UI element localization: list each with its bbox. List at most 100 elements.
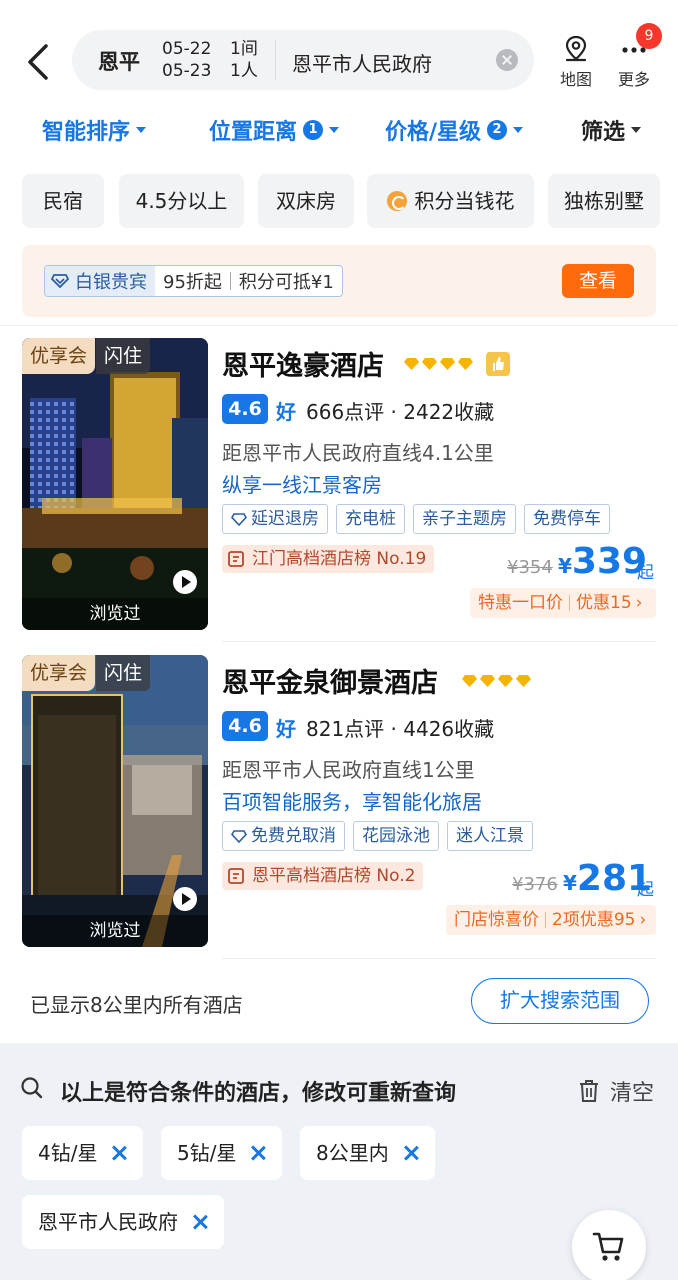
cart-icon bbox=[592, 1232, 624, 1261]
feature-tag: 免费兑取消 bbox=[222, 821, 345, 851]
member-discount: 95折起 bbox=[163, 272, 222, 293]
chip-homestay[interactable]: 民宿 bbox=[22, 174, 104, 228]
condition-tag[interactable]: 5钻/星 bbox=[161, 1126, 283, 1180]
hotel-card[interactable]: 优享会 闪住 浏览过 恩平金泉御景酒店 4.6 好 821点评 · 4426收藏… bbox=[0, 655, 678, 959]
viewed-label: 浏览过 bbox=[22, 915, 208, 947]
search-bar[interactable]: 恩平 05-22 05-23 1间 1人 恩平市人民政府 bbox=[72, 30, 534, 90]
condition-tag-label: 4钻/星 bbox=[38, 1141, 98, 1165]
hotel-card[interactable]: 优享会 闪住 浏览过 恩平逸豪酒店 4.6 好 666点评 · 2422收藏 距… bbox=[0, 338, 678, 642]
play-icon[interactable] bbox=[173, 570, 197, 594]
close-icon[interactable] bbox=[403, 1145, 419, 1161]
feature-tags: 免费兑取消 花园泳池 迷人江景 bbox=[222, 821, 533, 851]
review-count[interactable]: 666点评 · 2422收藏 bbox=[306, 396, 494, 425]
diamond-star-icon bbox=[404, 358, 419, 370]
promo-badge[interactable]: 特惠一口价 优惠15 › bbox=[470, 588, 656, 618]
expand-search-button[interactable]: 扩大搜索范围 bbox=[471, 978, 649, 1024]
chip-rating[interactable]: 4.5分以上 bbox=[119, 174, 244, 228]
feature-tag-label: 延迟退房 bbox=[251, 509, 319, 529]
diamond-star-icon bbox=[516, 675, 531, 687]
guest-count: 1人 bbox=[230, 61, 258, 81]
feature-tag: 迷人江景 bbox=[447, 821, 533, 851]
map-pin-icon bbox=[565, 35, 587, 62]
hotel-slogan: 百项智能服务，享智能化旅居 bbox=[222, 790, 482, 814]
sort-filter-label: 筛选 bbox=[581, 120, 626, 145]
hotel-photo[interactable]: 优享会 闪住 浏览过 bbox=[22, 655, 208, 947]
rating-word: 好 bbox=[276, 717, 296, 741]
clear-conditions-button[interactable]: 清空 bbox=[578, 1075, 654, 1107]
sort-smart-label: 智能排序 bbox=[42, 120, 131, 145]
currency-symbol: ¥ bbox=[563, 871, 577, 895]
close-icon[interactable] bbox=[192, 1214, 208, 1230]
ranking-icon bbox=[228, 868, 244, 884]
price-suffix: 起 bbox=[637, 880, 654, 900]
divider bbox=[545, 912, 546, 928]
member-level: 白银贵宾 bbox=[45, 266, 155, 296]
feature-tag-label: 免费兑取消 bbox=[251, 826, 336, 846]
divider bbox=[569, 595, 570, 611]
ranking-icon bbox=[228, 551, 244, 567]
checkin-date: 05-22 bbox=[162, 39, 212, 59]
date-range[interactable]: 05-22 05-23 bbox=[162, 38, 211, 82]
sort-filter[interactable]: 筛选 bbox=[581, 114, 642, 146]
diamond-icon bbox=[231, 512, 247, 526]
sort-smart[interactable]: 智能排序 bbox=[42, 114, 147, 146]
price-suffix: 起 bbox=[637, 563, 654, 583]
ranking-label: 江门高档酒店榜 No.19 bbox=[252, 549, 427, 569]
search-input[interactable]: 恩平市人民政府 bbox=[292, 48, 432, 77]
feature-tag: 亲子主题房 bbox=[413, 504, 516, 534]
shanzhu-tag: 闪住 bbox=[96, 655, 151, 691]
city-label[interactable]: 恩平 bbox=[98, 46, 140, 76]
divider bbox=[275, 40, 276, 80]
clear-search-icon[interactable] bbox=[496, 49, 518, 71]
diamond-star-icon bbox=[462, 675, 477, 687]
chip-villa[interactable]: 独栋别墅 bbox=[548, 174, 660, 228]
sort-price-label: 价格/星级 bbox=[385, 120, 482, 145]
original-price: ¥354 bbox=[507, 557, 553, 578]
promo-badge[interactable]: 门店惊喜价 2项优惠95 › bbox=[446, 905, 656, 935]
condition-tag-label: 5钻/星 bbox=[177, 1141, 237, 1165]
notification-badge: 9 bbox=[636, 23, 662, 49]
score-badge: 4.6 bbox=[222, 394, 268, 424]
current-price: ¥339 bbox=[558, 541, 647, 582]
hotel-photo[interactable]: 优享会 闪住 浏览过 bbox=[22, 338, 208, 630]
youxiang-tag: 优享会 bbox=[22, 338, 96, 374]
member-tag: 白银贵宾 95折起 积分可抵¥1 bbox=[44, 265, 343, 297]
close-icon[interactable] bbox=[111, 1145, 127, 1161]
hotel-name[interactable]: 恩平逸豪酒店 bbox=[222, 344, 384, 383]
ranking-badge[interactable]: 恩平高档酒店榜 No.2 bbox=[222, 862, 424, 890]
back-arrow-icon[interactable] bbox=[22, 40, 58, 84]
map-button[interactable]: 地图 bbox=[551, 34, 601, 90]
divider bbox=[0, 325, 678, 326]
price-amount: 339 bbox=[571, 541, 648, 582]
room-count: 1间 bbox=[230, 39, 258, 59]
review-count[interactable]: 821点评 · 4426收藏 bbox=[306, 713, 494, 742]
diamond-icon bbox=[51, 274, 69, 288]
feature-tag: 花园泳池 bbox=[353, 821, 439, 851]
star-rating bbox=[462, 675, 531, 687]
header: 恩平 05-22 05-23 1间 1人 恩平市人民政府 地图 更多 9 bbox=[0, 0, 678, 110]
distance-text: 距恩平市人民政府直线1公里 bbox=[222, 758, 475, 782]
cart-button[interactable] bbox=[572, 1210, 646, 1280]
chip-points-label: 积分当钱花 bbox=[414, 189, 515, 213]
close-icon[interactable] bbox=[250, 1145, 266, 1161]
play-icon[interactable] bbox=[173, 887, 197, 911]
feature-tag: 延迟退房 bbox=[222, 504, 328, 534]
feature-tags: 延迟退房 充电桩 亲子主题房 免费停车 bbox=[222, 504, 610, 534]
trash-icon bbox=[580, 1080, 598, 1102]
member-points: 积分可抵¥1 bbox=[238, 272, 334, 293]
ranking-badge[interactable]: 江门高档酒店榜 No.19 bbox=[222, 545, 435, 573]
feature-tag: 免费停车 bbox=[524, 504, 610, 534]
sort-price-star[interactable]: 价格/星级 2 bbox=[385, 114, 524, 146]
condition-tag[interactable]: 4钻/星 bbox=[22, 1126, 144, 1180]
distance-count-badge: 1 bbox=[303, 120, 324, 140]
chip-twin-room[interactable]: 双床房 bbox=[258, 174, 354, 228]
member-view-button[interactable]: 查看 bbox=[562, 264, 634, 298]
condition-tag[interactable]: 恩平市人民政府 bbox=[22, 1195, 224, 1249]
condition-tag[interactable]: 8公里内 bbox=[300, 1126, 435, 1180]
chip-points[interactable]: 积分当钱花 bbox=[367, 174, 534, 228]
sort-distance[interactable]: 位置距离 1 bbox=[209, 114, 340, 146]
room-guest-count[interactable]: 1间 1人 bbox=[230, 38, 258, 82]
member-banner[interactable]: 白银贵宾 95折起 积分可抵¥1 查看 bbox=[22, 245, 656, 317]
diamond-icon bbox=[231, 829, 247, 843]
hotel-name[interactable]: 恩平金泉御景酒店 bbox=[222, 661, 438, 700]
